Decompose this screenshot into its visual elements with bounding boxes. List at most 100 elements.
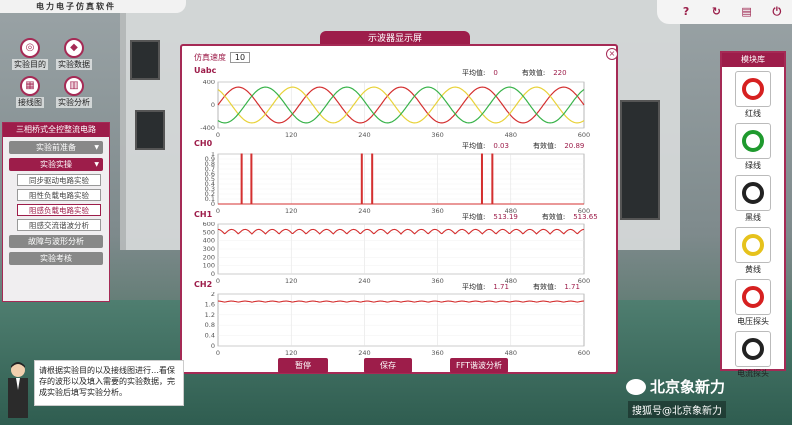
submenu-resistive[interactable]: 阻性负载电路实验 bbox=[17, 189, 101, 201]
channel-stats: 平均值: 513.19 有效值: 513.65 bbox=[462, 212, 598, 222]
x-tick-label: 120 bbox=[285, 131, 297, 139]
y-tick-label: 0 bbox=[211, 270, 215, 278]
fft-button[interactable]: FFT谐波分析 bbox=[450, 358, 508, 373]
save-button[interactable]: 保存 bbox=[364, 358, 412, 373]
y-tick-label: 1.6 bbox=[205, 300, 215, 308]
module-library-title: 模块库 bbox=[722, 53, 784, 67]
y-tick-label: 0 bbox=[211, 101, 215, 109]
top-toolbar: ? ↻ ▤ ⏻ bbox=[657, 0, 792, 24]
data-icon: ◆ bbox=[64, 38, 84, 58]
channel-plot: 0 120 240 360 480 600 2 1.6 1.2 0.8 0.4 0 bbox=[205, 292, 591, 357]
x-tick-label: 240 bbox=[358, 131, 370, 139]
x-tick-label: 480 bbox=[505, 349, 517, 357]
chevron-down-icon: ▼ bbox=[94, 161, 99, 168]
y-tick-label: -400 bbox=[200, 124, 215, 132]
module-label: 绿线 bbox=[745, 161, 761, 170]
tool-goal[interactable]: ◎ 实验目的 bbox=[8, 38, 52, 70]
tool-data[interactable]: ◆ 实验数据 bbox=[52, 38, 96, 70]
x-tick-label: 0 bbox=[216, 349, 220, 357]
x-tick-label: 0 bbox=[216, 207, 220, 215]
left-toolbar: ◎ 实验目的 ◆ 实验数据 ▦ 接线图 ▥ 实验分析 bbox=[8, 38, 96, 108]
submenu-harmonic[interactable]: 阻感交流谐波分析 bbox=[17, 219, 101, 231]
channel-name: CH2 bbox=[194, 280, 213, 289]
tool-wiring[interactable]: ▦ 接线图 bbox=[8, 76, 52, 108]
channel-plot: 0 120 240 360 480 6006005004003002001000 bbox=[203, 222, 591, 285]
menu-exam[interactable]: 实验考核 bbox=[9, 252, 103, 265]
module-label: 黄线 bbox=[745, 265, 761, 274]
watermark-brand: 北京象新力 bbox=[650, 378, 726, 396]
rms-value: 20.89 bbox=[564, 142, 585, 150]
rms-label: 有效值: bbox=[532, 283, 557, 291]
x-tick-label: 360 bbox=[431, 277, 443, 285]
x-tick-label: 240 bbox=[358, 349, 370, 357]
tool-label: 实验分析 bbox=[56, 97, 92, 108]
probe-icon bbox=[735, 331, 771, 367]
y-tick-label: 1.2 bbox=[205, 311, 215, 319]
avatar bbox=[8, 362, 28, 418]
module-item[interactable]: 黑线 bbox=[727, 175, 779, 223]
menu-practice[interactable]: 实验实操 ▼ bbox=[9, 158, 103, 171]
reset-icon[interactable]: ↻ bbox=[708, 4, 724, 20]
module-label: 黑线 bbox=[745, 213, 761, 222]
experiment-panel: 三相桥式全控整流电路 实验前准备 ▼ 实验实操 ▼ 同步驱动电路实验 阻性负载电路实… bbox=[2, 122, 110, 302]
module-item[interactable]: 电流探头 bbox=[727, 331, 779, 379]
avg-value: 0 bbox=[493, 69, 498, 77]
module-item[interactable]: 黄线 bbox=[727, 227, 779, 275]
x-tick-label: 0 bbox=[216, 131, 220, 139]
channel-name: CH1 bbox=[194, 210, 213, 219]
rms-value: 220 bbox=[553, 69, 567, 77]
tool-analysis[interactable]: ▥ 实验分析 bbox=[52, 76, 96, 108]
channel-stats: 平均值: 0 有效值: 220 bbox=[462, 68, 567, 78]
experiment-title: 三相桥式全控整流电路 bbox=[3, 123, 109, 137]
rms-value: 1.71 bbox=[564, 283, 580, 291]
channel-stats: 平均值: 1.71 有效值: 1.71 bbox=[462, 282, 580, 292]
brand-logo-icon bbox=[626, 379, 646, 395]
tool-label: 实验数据 bbox=[56, 59, 92, 70]
menu-fault[interactable]: 故障与波形分析 bbox=[9, 235, 103, 248]
module-item[interactable]: 红线 bbox=[727, 71, 779, 119]
y-tick-label: 500 bbox=[203, 228, 215, 236]
sim-speed-input[interactable]: 10 bbox=[230, 52, 250, 63]
document-icon[interactable]: ▤ bbox=[739, 4, 755, 20]
avg-label: 平均值: bbox=[462, 69, 486, 77]
x-tick-label: 240 bbox=[358, 207, 370, 215]
chevron-down-icon: ▼ bbox=[94, 144, 99, 151]
analysis-icon: ▥ bbox=[64, 76, 84, 96]
pause-button[interactable]: 暂停 bbox=[278, 358, 328, 373]
lab-module-panel bbox=[135, 110, 165, 150]
x-tick-label: 120 bbox=[285, 207, 297, 215]
y-tick-label: 300 bbox=[203, 245, 215, 253]
menu-label: 实验前准备 bbox=[36, 143, 76, 152]
sim-speed-label: 仿真速度 bbox=[194, 53, 226, 62]
rms-value: 513.65 bbox=[573, 213, 598, 221]
help-icon[interactable]: ? bbox=[678, 4, 694, 20]
close-icon[interactable]: × bbox=[606, 48, 618, 60]
y-tick-label: 0 bbox=[211, 342, 215, 350]
submenu-sync[interactable]: 同步驱动电路实验 bbox=[17, 174, 101, 186]
y-tick-label: 400 bbox=[203, 237, 215, 245]
tool-label: 实验目的 bbox=[12, 59, 48, 70]
x-tick-label: 600 bbox=[578, 349, 590, 357]
channel-name: Uabc bbox=[194, 66, 217, 75]
submenu-inductive[interactable]: 阻感负载电路实验 bbox=[17, 204, 101, 216]
avg-value: 0.03 bbox=[493, 142, 509, 150]
module-label: 电流探头 bbox=[737, 369, 769, 378]
goal-icon: ◎ bbox=[20, 38, 40, 58]
wire-coil-icon bbox=[735, 123, 771, 159]
module-item[interactable]: 电压探头 bbox=[727, 279, 779, 327]
menu-prep[interactable]: 实验前准备 ▼ bbox=[9, 141, 103, 154]
y-tick-label: 100 bbox=[203, 262, 215, 270]
x-tick-label: 240 bbox=[358, 277, 370, 285]
module-library: 模块库 红线绿线黑线黄线电压探头电流探头 bbox=[720, 51, 786, 378]
rms-label: 有效值: bbox=[532, 142, 557, 150]
module-item[interactable]: 绿线 bbox=[727, 123, 779, 171]
power-icon[interactable]: ⏻ bbox=[769, 4, 785, 20]
wire-coil-icon bbox=[735, 227, 771, 263]
wiring-icon: ▦ bbox=[20, 76, 40, 96]
watermark-source: 搜狐号@北京象新力 bbox=[628, 401, 726, 418]
module-label: 电压探头 bbox=[737, 317, 769, 326]
avg-label: 平均值: bbox=[462, 283, 486, 291]
sim-speed: 仿真速度 10 bbox=[194, 52, 250, 63]
y-tick-label: 0.8 bbox=[205, 321, 215, 329]
probe-icon bbox=[735, 279, 771, 315]
